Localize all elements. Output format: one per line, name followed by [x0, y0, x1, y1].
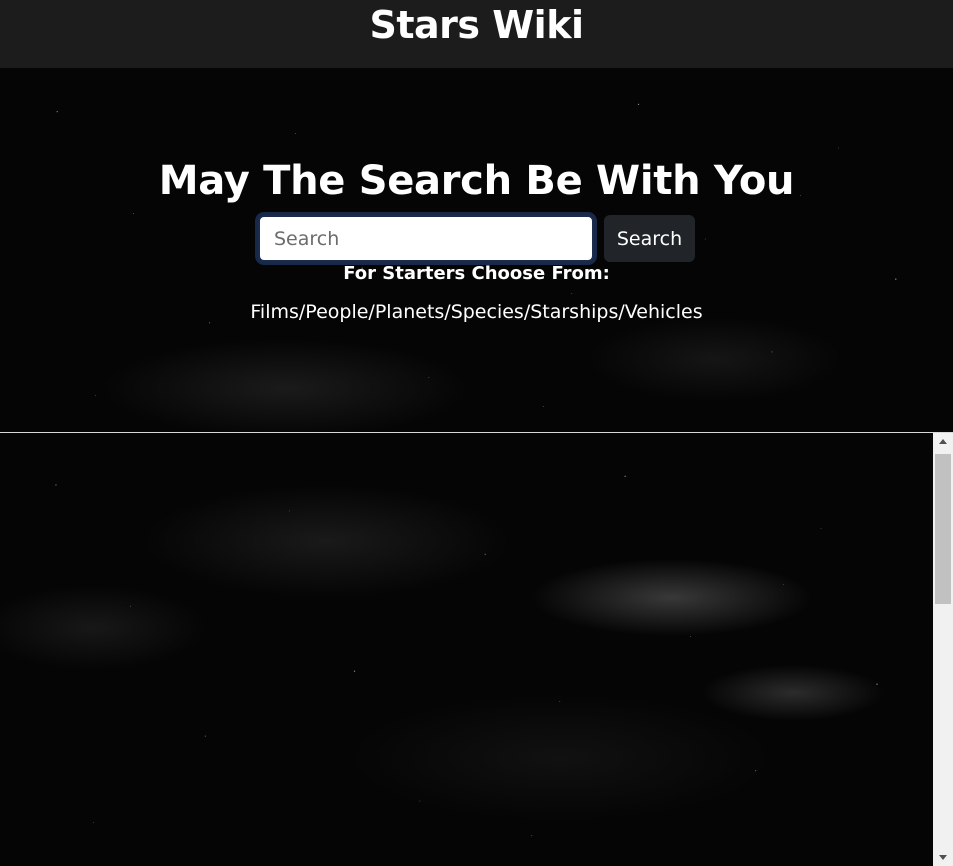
nebula-image — [0, 433, 933, 866]
search-button[interactable]: Search — [604, 215, 695, 262]
scroll-thumb[interactable] — [935, 454, 951, 604]
navbar: Stars Wiki — [0, 0, 953, 68]
category-list: Films/People/Planets/Species/Starships/V… — [250, 301, 703, 323]
starter-hint-label: For Starters Choose From: — [343, 263, 610, 284]
hero-section: May The Search Be With You Search For St… — [0, 68, 953, 432]
search-input[interactable] — [258, 215, 594, 262]
arrow-up-icon — [939, 439, 947, 444]
scroll-down-button[interactable] — [933, 849, 953, 866]
scroll-up-button[interactable] — [933, 433, 953, 450]
results-frame — [0, 433, 933, 866]
results-scrollbar[interactable] — [933, 433, 953, 866]
site-brand[interactable]: Stars Wiki — [369, 6, 584, 44]
search-form: Search — [0, 215, 953, 262]
hero-title: May The Search Be With You — [158, 158, 795, 204]
arrow-down-icon — [939, 855, 947, 860]
